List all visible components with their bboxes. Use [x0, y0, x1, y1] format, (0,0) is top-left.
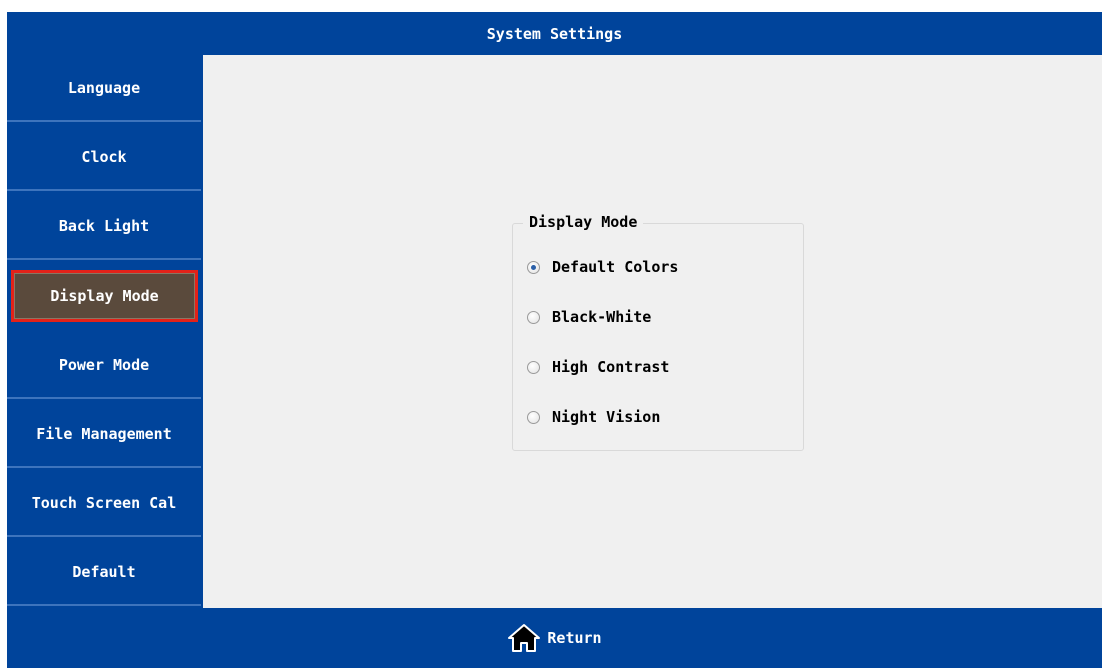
return-button[interactable]: Return [507, 623, 602, 653]
sidebar-item-display-mode[interactable]: Display Mode [11, 270, 198, 322]
sidebar-item-label: Back Light [58, 216, 150, 235]
sidebar-item-label: Clock [81, 147, 127, 166]
radio-black-white[interactable]: Black-White [527, 308, 651, 326]
page-title: System Settings [486, 24, 623, 43]
radio-unchecked-icon[interactable] [527, 360, 540, 374]
return-label: Return [547, 629, 602, 647]
sidebar-item-label: Default [72, 562, 136, 581]
radio-unchecked-icon[interactable] [527, 410, 540, 424]
sidebar-item-language[interactable]: Language [7, 55, 201, 122]
sidebar-item-label: Touch Screen Cal [31, 493, 177, 512]
bottom-bar: Return [7, 608, 1102, 668]
radio-checked-icon[interactable] [527, 260, 540, 274]
radio-night-vision[interactable]: Night Vision [527, 408, 660, 426]
sidebar-item-label: Power Mode [58, 355, 150, 374]
settings-window: System Settings Language Clock Back Ligh… [7, 12, 1102, 668]
radio-label: Black-White [552, 308, 652, 326]
radio-label: High Contrast [552, 358, 670, 376]
sidebar-item-label: Language [67, 78, 141, 97]
sidebar-item-clock[interactable]: Clock [7, 124, 201, 191]
display-mode-group: Display Mode Default Colors Black-White … [512, 213, 804, 451]
sidebar-item-touch-screen-cal[interactable]: Touch Screen Cal [7, 470, 201, 537]
radio-label: Night Vision [552, 408, 661, 426]
sidebar: Language Clock Back Light Display Mode P… [7, 55, 203, 608]
group-title: Display Mode [523, 213, 644, 231]
radio-label: Default Colors [552, 258, 679, 276]
radio-default-colors[interactable]: Default Colors [527, 258, 678, 276]
sidebar-item-power-mode[interactable]: Power Mode [7, 332, 201, 399]
home-icon [508, 624, 541, 652]
sidebar-item-label: Display Mode [50, 287, 159, 305]
sidebar-item-label: File Management [36, 424, 172, 443]
sidebar-item-back-light[interactable]: Back Light [7, 193, 201, 260]
sidebar-item-default[interactable]: Default [7, 539, 201, 606]
radio-high-contrast[interactable]: High Contrast [527, 358, 669, 376]
sidebar-item-file-management[interactable]: File Management [7, 401, 201, 468]
radio-unchecked-icon[interactable] [527, 310, 540, 324]
title-bar: System Settings [7, 12, 1102, 55]
content-panel: Display Mode Default Colors Black-White … [203, 55, 1102, 608]
